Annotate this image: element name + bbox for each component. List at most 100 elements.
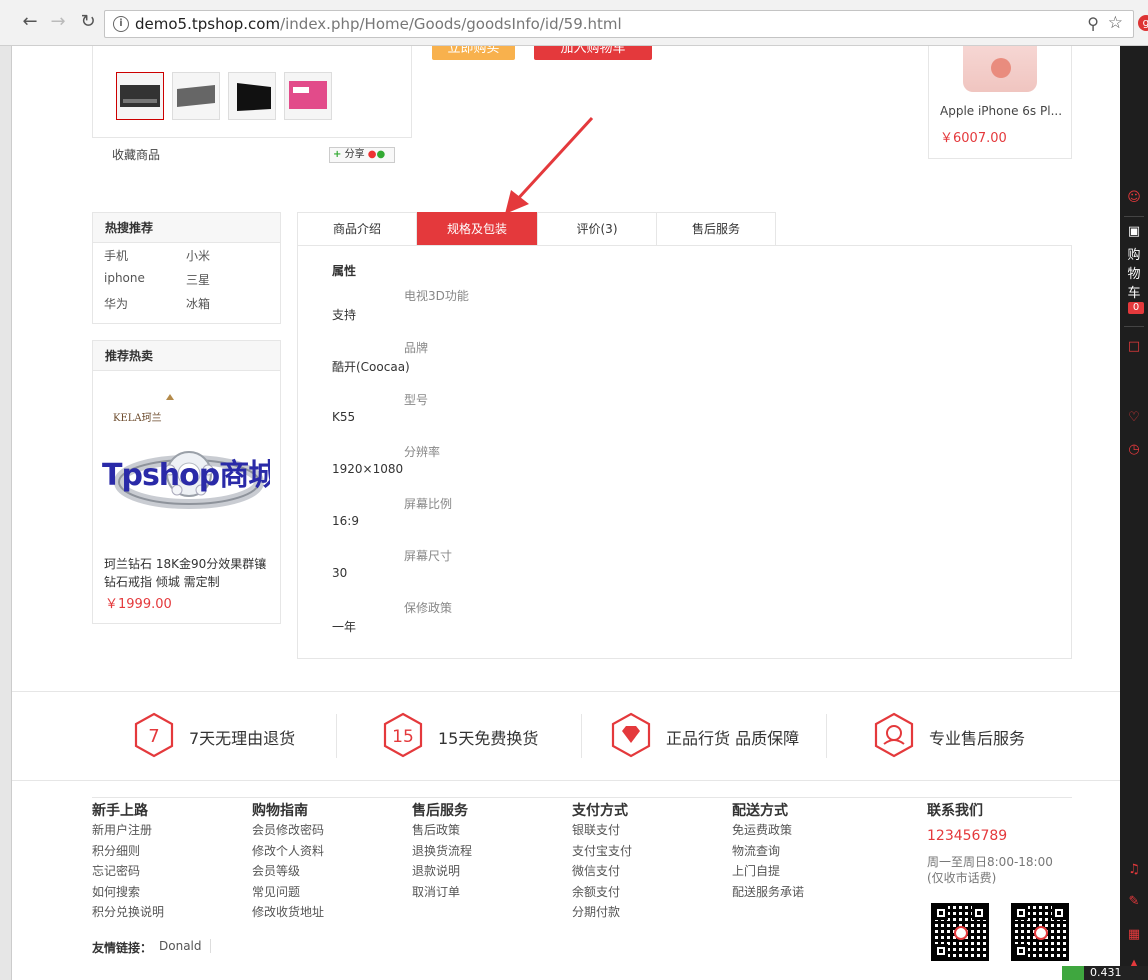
phone-lens: [991, 58, 1011, 78]
hot-keyword[interactable]: 三星: [186, 271, 210, 288]
service-7day-return: 7 7天无理由退货: [133, 712, 295, 758]
footer-link[interactable]: 退换货流程: [412, 841, 472, 862]
footer-link[interactable]: 银联支付: [572, 820, 632, 841]
spec-heading: 属性: [332, 264, 357, 278]
footer-link[interactable]: 支付宝支付: [572, 841, 632, 862]
footer-link[interactable]: 积分兑换说明: [92, 902, 164, 923]
footer-link[interactable]: 售后政策: [412, 820, 472, 841]
zoom-icon[interactable]: ⚲: [1087, 14, 1099, 33]
plus-icon: +: [333, 149, 342, 160]
tab-product-intro[interactable]: 商品介绍: [297, 212, 417, 246]
hot-sale-name-line1[interactable]: 珂兰钻石 18K金90分效果群镶: [104, 555, 266, 572]
spec-value: 酷开(Coocaa): [332, 360, 410, 374]
footer-link[interactable]: 上门自提: [732, 861, 804, 882]
thumbnail-4[interactable]: [284, 72, 332, 120]
badge-15: 15: [392, 727, 414, 747]
tab-after-sales[interactable]: 售后服务: [656, 212, 776, 246]
add-to-cart-button[interactable]: 加入购物车: [534, 46, 652, 60]
footer-link[interactable]: 微信支付: [572, 861, 632, 882]
weibo-icon: ●: [367, 149, 377, 160]
spec-name: 分辨率: [404, 445, 441, 459]
contact-note: (仅收市话费): [927, 871, 997, 885]
badge-7: 7: [148, 726, 159, 747]
cart-label[interactable]: 购 物 车: [1124, 246, 1144, 303]
url-text[interactable]: demo5.tpshop.com/index.php/Home/Goods/go…: [135, 15, 622, 33]
footer-link[interactable]: 取消订单: [412, 882, 472, 903]
edit-icon[interactable]: ✎: [1124, 892, 1144, 912]
watermark-text: Tpshop商城: [102, 458, 270, 493]
footer-link[interactable]: 如何搜索: [92, 882, 164, 903]
footer-link[interactable]: 常见问题: [252, 882, 324, 903]
info-icon[interactable]: i: [113, 16, 129, 32]
friend-link[interactable]: Donald: [159, 939, 211, 953]
cart-label-char: 购: [1127, 248, 1141, 263]
service-text: 正品行货 品质保障: [666, 729, 800, 748]
back-icon[interactable]: ←: [18, 10, 42, 34]
contact-title: 联系我们: [927, 803, 983, 819]
thumbnail-2[interactable]: [172, 72, 220, 120]
footer-column-payment: 支付方式 银联支付 支付宝支付 微信支付 余额支付 分期付款: [572, 800, 632, 923]
footer-link[interactable]: 配送服务承诺: [732, 882, 804, 903]
contact-hours: 周一至周日8:00-18:00: [927, 855, 1053, 869]
related-product-name[interactable]: Apple iPhone 6s Pl...: [940, 104, 1062, 118]
spec-value: K55: [332, 410, 356, 424]
footer-link[interactable]: 新用户注册: [92, 820, 164, 841]
qr-eye: [934, 906, 948, 920]
promo-thumbnail-icon: [289, 81, 327, 109]
footer-link[interactable]: 物流查询: [732, 841, 804, 862]
speed-value: 0.431: [1090, 966, 1122, 979]
buy-now-button[interactable]: 立即购买: [432, 46, 515, 60]
footer-link[interactable]: 会员修改密码: [252, 820, 324, 841]
address-bar[interactable]: i demo5.tpshop.com/index.php/Home/Goods/…: [104, 10, 1134, 38]
reload-icon[interactable]: ↻: [76, 10, 100, 34]
spec-value: 支持: [332, 308, 357, 322]
footer-link[interactable]: 忘记密码: [92, 861, 164, 882]
spec-value: 1920×1080: [332, 462, 404, 476]
hot-keyword[interactable]: iphone: [104, 271, 145, 285]
footer-column-title: 购物指南: [252, 803, 308, 819]
heart-icon[interactable]: ♡: [1124, 408, 1144, 428]
service-text: 7天无理由退货: [189, 729, 296, 748]
footer-link[interactable]: 退款说明: [412, 861, 472, 882]
headset-icon[interactable]: ♫: [1124, 860, 1144, 880]
hot-keyword[interactable]: 冰箱: [186, 295, 210, 312]
wechat-icon: ●: [376, 149, 386, 160]
hot-sale-name-line2[interactable]: 钻石戒指 倾城 需定制: [104, 573, 220, 590]
footer-link[interactable]: 余额支付: [572, 882, 632, 903]
footer-link[interactable]: 分期付款: [572, 902, 632, 923]
footer-link[interactable]: 修改个人资料: [252, 841, 324, 862]
qrcode-icon[interactable]: ▦: [1124, 925, 1144, 945]
diamond-icon: [611, 712, 651, 758]
url-host: demo5.tpshop.com: [135, 15, 281, 33]
friend-links-label: 友情链接：: [92, 941, 153, 955]
thumbnail-3[interactable]: [228, 72, 276, 120]
bookmark-star-icon[interactable]: ☆: [1108, 13, 1123, 33]
hot-keyword[interactable]: 小米: [186, 247, 210, 264]
hot-keyword[interactable]: 手机: [104, 247, 128, 264]
extension-icon[interactable]: g: [1138, 15, 1148, 31]
thumbnail-1[interactable]: [116, 72, 164, 120]
footer-link[interactable]: 积分细则: [92, 841, 164, 862]
left-window-edge: [0, 46, 12, 980]
spec-name: 电视3D功能: [404, 289, 469, 303]
cart-icon[interactable]: ▣: [1124, 222, 1144, 242]
qr-eye: [1014, 944, 1028, 958]
footer-link[interactable]: 修改收货地址: [252, 902, 324, 923]
hot-keyword[interactable]: 华为: [104, 295, 128, 312]
footer-link[interactable]: 会员等级: [252, 861, 324, 882]
footer-column-title: 配送方式: [732, 803, 788, 819]
service-divider: [336, 714, 337, 758]
service-divider: [826, 714, 827, 758]
history-icon[interactable]: ◷: [1124, 440, 1144, 460]
related-product-card[interactable]: Apple iPhone 6s Pl... ￥6007.00: [928, 46, 1072, 159]
cart-label-char: 车: [1127, 286, 1141, 301]
qr-code-2: [1011, 903, 1069, 961]
favorite-link[interactable]: 收藏商品: [112, 146, 160, 163]
share-button[interactable]: + 分享 ●●: [329, 147, 395, 163]
related-product-price: ￥6007.00: [940, 131, 1007, 146]
message-icon[interactable]: □: [1124, 337, 1144, 357]
url-path: /index.php/Home/Goods/goodsInfo/id/59.ht…: [280, 15, 622, 33]
footer-link[interactable]: 免运费政策: [732, 820, 804, 841]
forward-icon[interactable]: →: [46, 10, 70, 34]
user-icon[interactable]: ☺: [1124, 188, 1144, 208]
